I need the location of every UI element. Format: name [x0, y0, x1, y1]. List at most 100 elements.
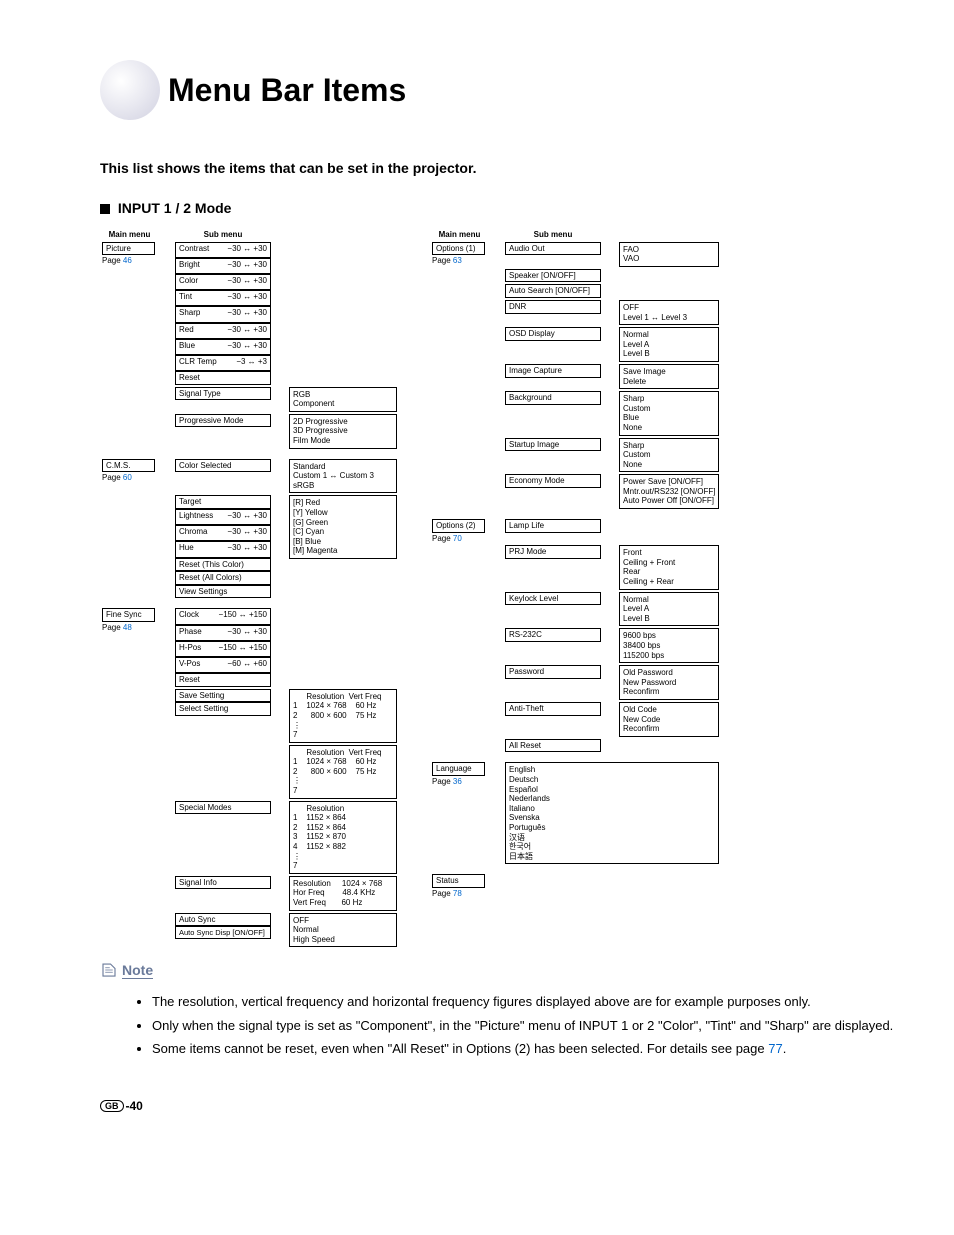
main-language: Language: [432, 762, 485, 776]
sub-select-setting: Select Setting: [175, 702, 271, 716]
sub-save-setting: Save Setting: [175, 689, 271, 703]
sub-all-reset: All Reset: [505, 739, 601, 753]
page-title: Menu Bar Items: [168, 72, 406, 109]
page-ref-picture: Page 46: [102, 256, 157, 266]
col-head-sub-left: Sub menu: [173, 230, 273, 240]
sub-color-selected: Color Selected: [175, 459, 271, 473]
link-page-77[interactable]: 77: [768, 1041, 782, 1056]
sub-background: Background: [505, 391, 601, 405]
opts-startup: Sharp Custom None: [619, 438, 719, 473]
square-bullet-icon: [100, 204, 110, 214]
main-options2: Options (2): [432, 519, 485, 533]
sub-lamp-life: Lamp Life: [505, 519, 601, 533]
sub-image-capture: Image Capture: [505, 364, 601, 378]
subtitle: This list shows the items that can be se…: [100, 160, 894, 176]
sub-bright: Bright−30 ↔ +30: [175, 258, 271, 274]
note-header: Note: [100, 961, 894, 979]
page-ref-options1: Page 63: [432, 256, 487, 266]
page-ref-language: Page 36: [432, 777, 487, 787]
opts-audio-out: FAO VAO: [619, 242, 719, 267]
sub-prj-mode: PRJ Mode: [505, 545, 601, 559]
opts-economy: Power Save [ON/OFF] Mntr.out/RS232 [ON/O…: [619, 474, 719, 509]
link-page-70[interactable]: 70: [453, 534, 462, 543]
sub-audio-out: Audio Out: [505, 242, 601, 256]
sub-osd: OSD Display: [505, 327, 601, 341]
page-ref-cms: Page 60: [102, 473, 157, 483]
sub-auto-sync: Auto Sync: [175, 913, 271, 927]
opts-prj-mode: Front Ceiling + Front Rear Ceiling + Rea…: [619, 545, 719, 589]
sub-contrast: Contrast−30 ↔ +30: [175, 242, 271, 258]
opts-dnr: OFF Level 1 ↔ Level 3: [619, 300, 719, 325]
opts-image-capture: Save Image Delete: [619, 364, 719, 389]
opts-signal-info: Resolution 1024 × 768 Hor Freq 48.4 KHz …: [289, 876, 397, 911]
sub-auto-search: Auto Search [ON/OFF]: [505, 284, 601, 298]
title-row: Menu Bar Items: [100, 60, 894, 120]
sub-keylock: Keylock Level: [505, 592, 601, 606]
link-page-36[interactable]: 36: [453, 777, 462, 786]
title-decor-circle: [100, 60, 160, 120]
sub-signal-info: Signal Info: [175, 876, 271, 890]
sub-reset: Reset: [175, 371, 271, 385]
main-status: Status: [432, 874, 485, 888]
page-ref-fine-sync: Page 48: [102, 623, 157, 633]
col-head-main-right: Main menu: [430, 230, 489, 240]
menu-columns: Main menu Sub menu Picture Page 46: [100, 228, 894, 949]
col-head-sub-right: Sub menu: [503, 230, 603, 240]
main-options1: Options (1): [432, 242, 485, 256]
gb-badge: GB: [100, 1100, 124, 1112]
opts-password: Old Password New Password Reconfirm: [619, 665, 719, 700]
footer: GB -40: [100, 1099, 894, 1113]
sub-fs-reset: Reset: [175, 673, 271, 687]
link-page-63[interactable]: 63: [453, 256, 462, 265]
sub-reset-all: Reset (All Colors): [175, 571, 271, 585]
sub-startup: Startup Image: [505, 438, 601, 452]
opts-select-setting: Resolution Vert Freq 1 1024 × 768 60 Hz …: [289, 745, 397, 799]
sub-tint: Tint−30 ↔ +30: [175, 290, 271, 306]
link-page-78[interactable]: 78: [453, 889, 462, 898]
sub-blue: Blue−30 ↔ +30: [175, 339, 271, 355]
opts-progressive: 2D Progressive 3D Progressive Film Mode: [289, 414, 397, 449]
main-fine-sync: Fine Sync: [102, 608, 155, 622]
sub-lightness: Lightness−30 ↔ +30: [175, 509, 271, 525]
mode-header: INPUT 1 / 2 Mode: [100, 200, 894, 216]
page-ref-status: Page 78: [432, 889, 487, 899]
sub-h-pos: H-Pos−150 ↔ +150: [175, 641, 271, 657]
opts-osd: Normal Level A Level B: [619, 327, 719, 362]
sub-red: Red−30 ↔ +30: [175, 323, 271, 339]
opts-language: English Deutsch Español Nederlands Itali…: [505, 762, 719, 864]
opts-keylock: Normal Level A Level B: [619, 592, 719, 627]
left-column: Main menu Sub menu Picture Page 46: [100, 228, 430, 949]
right-column: Main menu Sub menu Options (1) Page 63: [430, 228, 760, 949]
sub-dnr: DNR: [505, 300, 601, 314]
sub-phase: Phase−30 ↔ +30: [175, 625, 271, 641]
sub-signal-type: Signal Type: [175, 387, 271, 401]
sub-chroma: Chroma−30 ↔ +30: [175, 525, 271, 541]
opts-save-setting: Resolution Vert Freq 1 1024 × 768 60 Hz …: [289, 689, 397, 743]
sub-view-settings: View Settings: [175, 585, 271, 599]
opts-color-selected: Standard Custom 1 ↔ Custom 3 sRGB: [289, 459, 397, 494]
mode-header-text: INPUT 1 / 2 Mode: [118, 200, 232, 216]
sub-v-pos: V-Pos−60 ↔ +60: [175, 657, 271, 673]
link-page-48[interactable]: 48: [123, 623, 132, 632]
main-picture: Picture: [102, 242, 155, 256]
link-page-60[interactable]: 60: [123, 473, 132, 482]
sub-progressive: Progressive Mode: [175, 414, 271, 428]
note-3: Some items cannot be reset, even when "A…: [152, 1039, 894, 1059]
sub-target: Target: [175, 495, 271, 509]
sub-anti-theft: Anti-Theft: [505, 702, 601, 716]
notes-list: The resolution, vertical frequency and h…: [112, 992, 894, 1059]
footer-page: -40: [126, 1099, 143, 1113]
sub-sharp: Sharp−30 ↔ +30: [175, 306, 271, 322]
sub-password: Password: [505, 665, 601, 679]
sub-clr-temp: CLR Temp−3 ↔ +3: [175, 355, 271, 371]
sub-color: Color−30 ↔ +30: [175, 274, 271, 290]
sub-economy: Economy Mode: [505, 474, 601, 488]
opts-rs232c: 9600 bps 38400 bps 115200 bps: [619, 628, 719, 663]
link-page-46[interactable]: 46: [123, 256, 132, 265]
main-cms: C.M.S.: [102, 459, 155, 473]
sub-speaker: Speaker [ON/OFF]: [505, 269, 601, 283]
sub-clock: Clock−150 ↔ +150: [175, 608, 271, 624]
opts-auto-sync: OFF Normal High Speed: [289, 913, 397, 948]
sub-rs232c: RS-232C: [505, 628, 601, 642]
note-label: Note: [122, 962, 153, 979]
